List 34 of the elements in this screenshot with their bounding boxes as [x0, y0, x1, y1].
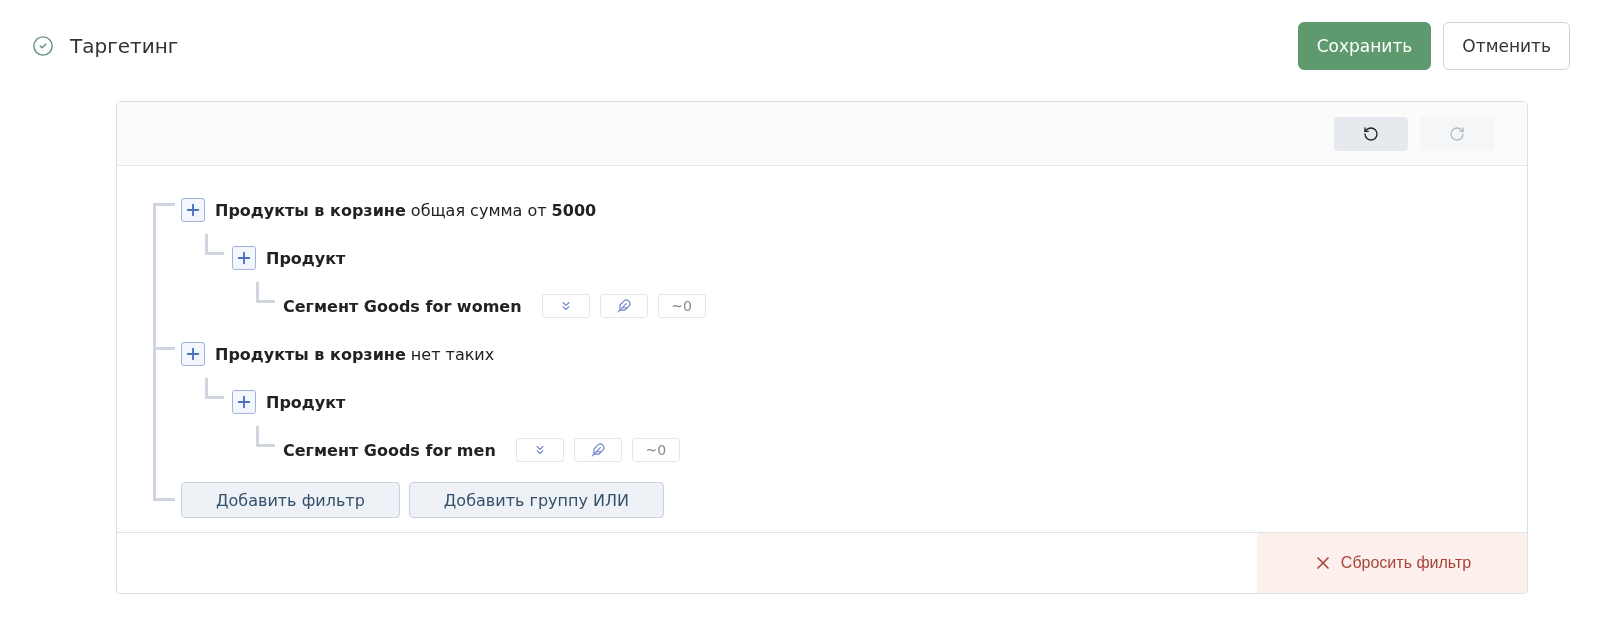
filter-label: Продукты в корзине общая сумма от 5000: [215, 200, 597, 220]
count-button[interactable]: ~0: [631, 438, 680, 462]
check-circle-icon: [32, 35, 54, 57]
add-filter-button[interactable]: Добавить фильтр: [181, 482, 400, 518]
segment-label: Сегмент Goods for men: [283, 440, 496, 460]
undo-button[interactable]: [1334, 116, 1408, 151]
add-button[interactable]: [232, 390, 256, 414]
save-button[interactable]: Сохранить: [1297, 22, 1432, 70]
add-or-group-button[interactable]: Добавить группу ИЛИ: [408, 482, 664, 518]
reset-filter-button[interactable]: Сбросить фильтр: [1257, 533, 1527, 593]
add-button[interactable]: [181, 342, 205, 366]
redo-icon: [1449, 125, 1465, 142]
count-button[interactable]: ~0: [657, 294, 706, 318]
tree-connector: [205, 234, 224, 255]
section-title: Таргетинг: [70, 34, 180, 58]
add-button[interactable]: [181, 198, 205, 222]
plus-icon: [235, 249, 253, 267]
edit-button[interactable]: [599, 294, 648, 318]
tree-connector: [205, 378, 224, 399]
plus-icon: [184, 201, 202, 219]
feather-icon: [590, 443, 605, 457]
tree-connector: [256, 282, 275, 303]
filter-label: Продукт: [266, 248, 346, 268]
undo-icon: [1363, 125, 1379, 142]
add-button[interactable]: [232, 246, 256, 270]
plus-icon: [184, 345, 202, 363]
plus-icon: [235, 393, 253, 411]
feather-icon: [616, 299, 631, 313]
segment-label: Сегмент Goods for women: [283, 296, 522, 316]
filter-label: Продукты в корзине нет таких: [215, 344, 495, 364]
edit-button[interactable]: [573, 438, 622, 462]
cancel-button[interactable]: Отменить: [1443, 22, 1570, 70]
filter-label: Продукт: [266, 392, 346, 412]
tree-connector: [256, 426, 275, 447]
